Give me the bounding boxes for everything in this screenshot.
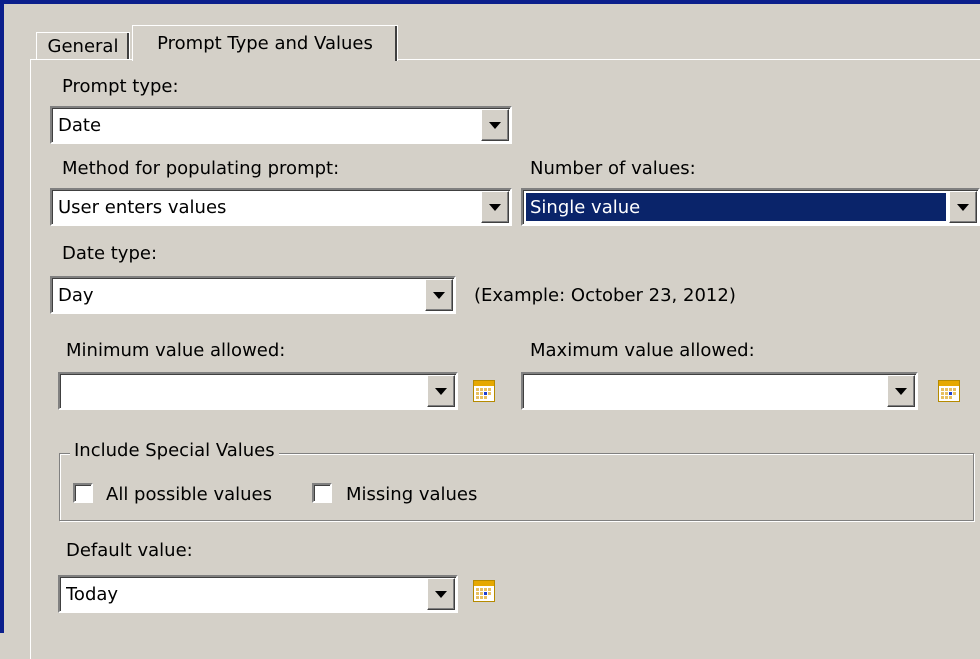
all-possible-values-label: All possible values bbox=[106, 484, 272, 505]
method-value: User enters values bbox=[58, 196, 227, 218]
maximum-calendar-icon[interactable] bbox=[938, 380, 960, 402]
missing-values-label: Missing values bbox=[346, 484, 478, 505]
window-frame-top bbox=[0, 0, 980, 4]
maximum-dropdown-button[interactable] bbox=[887, 375, 915, 407]
tab-general-label: General bbox=[47, 35, 119, 57]
method-dropdown-button[interactable] bbox=[481, 191, 509, 223]
date-type-example: (Example: October 23, 2012) bbox=[474, 285, 736, 306]
method-label: Method for populating prompt: bbox=[62, 158, 340, 179]
special-values-title: Include Special Values bbox=[70, 440, 279, 461]
number-of-values-label: Number of values: bbox=[530, 158, 696, 179]
date-type-label: Date type: bbox=[62, 243, 158, 264]
minimum-select[interactable] bbox=[58, 372, 458, 410]
number-of-values-dropdown-button[interactable] bbox=[949, 191, 977, 223]
default-value-dropdown-button[interactable] bbox=[427, 578, 455, 610]
prompt-type-label: Prompt type: bbox=[62, 76, 179, 97]
all-possible-values-checkbox[interactable] bbox=[73, 483, 93, 503]
date-type-dropdown-button[interactable] bbox=[425, 279, 453, 311]
window-frame-left bbox=[0, 0, 4, 633]
missing-values-checkbox[interactable] bbox=[312, 483, 332, 503]
number-of-values-value: Single value bbox=[526, 193, 946, 221]
minimum-dropdown-button[interactable] bbox=[427, 375, 455, 407]
maximum-label: Maximum value allowed: bbox=[530, 340, 755, 361]
method-select[interactable]: User enters values bbox=[50, 188, 512, 226]
date-type-select[interactable]: Day bbox=[50, 276, 456, 314]
default-value-value: Today bbox=[66, 583, 119, 605]
maximum-value bbox=[529, 374, 884, 408]
minimum-calendar-icon[interactable] bbox=[473, 380, 495, 402]
tab-general[interactable]: General bbox=[36, 32, 130, 59]
tab-prompt-type-label: Prompt Type and Values bbox=[157, 33, 373, 54]
default-value-label: Default value: bbox=[66, 540, 193, 561]
prompt-type-dropdown-button[interactable] bbox=[481, 109, 509, 141]
prompt-type-select[interactable]: Date bbox=[50, 106, 512, 144]
prompt-type-value: Date bbox=[58, 114, 102, 136]
number-of-values-select[interactable]: Single value bbox=[521, 188, 980, 226]
default-value-select[interactable]: Today bbox=[58, 575, 458, 613]
minimum-label: Minimum value allowed: bbox=[66, 340, 286, 361]
default-value-calendar-icon[interactable] bbox=[473, 580, 495, 602]
minimum-value bbox=[66, 374, 424, 408]
maximum-select[interactable] bbox=[521, 372, 918, 410]
date-type-value: Day bbox=[58, 284, 94, 306]
tab-prompt-type-and-values[interactable]: Prompt Type and Values bbox=[132, 25, 398, 61]
